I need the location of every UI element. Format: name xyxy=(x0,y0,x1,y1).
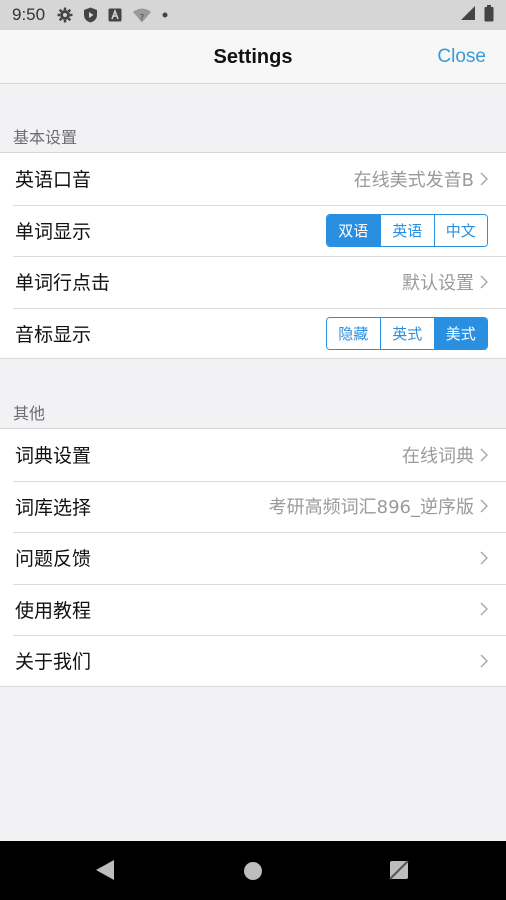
settings-group-other: 词典设置 在线词典 词库选择 考研高频词汇896_逆序版 问题反馈 使用教程 关… xyxy=(0,428,506,687)
row-value: 考研高频词汇896_逆序版 xyxy=(268,497,474,519)
chevron-right-icon xyxy=(480,448,488,462)
segment-british[interactable]: 英式 xyxy=(380,317,434,349)
close-button[interactable]: Close xyxy=(437,30,486,84)
page-title: Settings xyxy=(213,46,293,68)
chevron-right-icon xyxy=(480,499,488,513)
row-value: 在线词典 xyxy=(402,445,474,467)
row-label: 关于我们 xyxy=(15,651,92,674)
svg-text:?: ? xyxy=(140,13,144,22)
segment-english[interactable]: 英语 xyxy=(380,214,434,246)
section-header-basic: 基本设置 xyxy=(13,128,78,147)
back-icon[interactable] xyxy=(95,859,115,885)
row-tutorial[interactable]: 使用教程 xyxy=(0,583,506,636)
row-about-us[interactable]: 关于我们 xyxy=(0,635,506,687)
segment-hide[interactable]: 隐藏 xyxy=(326,317,380,349)
row-word-display: 单词显示 双语 英语 中文 xyxy=(0,204,506,257)
home-icon[interactable] xyxy=(243,861,263,885)
cell-signal-icon xyxy=(460,5,476,25)
row-label: 单词行点击 xyxy=(15,272,111,295)
dot-icon xyxy=(162,12,168,18)
chevron-right-icon xyxy=(480,551,488,565)
chevron-right-icon xyxy=(480,654,488,668)
chevron-right-icon xyxy=(480,172,488,186)
segment-bilingual[interactable]: 双语 xyxy=(326,214,380,246)
chevron-right-icon xyxy=(480,275,488,289)
wifi-question-icon: ? xyxy=(132,8,152,23)
section-header-other: 其他 xyxy=(13,404,46,423)
status-bar: 9:50 ? xyxy=(0,0,506,30)
row-label: 音标显示 xyxy=(15,323,92,346)
row-label: 单词显示 xyxy=(15,220,92,243)
row-label: 英语口音 xyxy=(15,169,92,192)
row-value: 在线美式发音B xyxy=(353,169,474,191)
settings-gear-icon xyxy=(57,7,73,23)
row-label: 问题反馈 xyxy=(15,548,92,571)
system-navigation-bar xyxy=(0,841,506,900)
row-phonetic-display: 音标显示 隐藏 英式 美式 xyxy=(0,307,506,360)
segment-american[interactable]: 美式 xyxy=(433,317,487,349)
settings-group-basic: 英语口音 在线美式发音B 单词显示 双语 英语 中文 单词行点击 默认设置 音标… xyxy=(0,152,506,359)
navigation-bar: Settings Close xyxy=(0,30,506,84)
row-feedback[interactable]: 问题反馈 xyxy=(0,532,506,584)
row-accent[interactable]: 英语口音 在线美式发音B xyxy=(0,153,506,205)
chevron-right-icon xyxy=(480,602,488,616)
row-label: 使用教程 xyxy=(15,599,92,622)
word-display-segmented-control: 双语 英语 中文 xyxy=(325,213,488,247)
a-box-icon xyxy=(108,8,122,22)
phonetic-display-segmented-control: 隐藏 英式 美式 xyxy=(325,316,488,350)
shield-play-icon xyxy=(83,7,98,23)
status-time: 9:50 xyxy=(12,5,46,24)
row-word-bank[interactable]: 词库选择 考研高频词汇896_逆序版 xyxy=(0,480,506,533)
battery-icon xyxy=(484,4,494,26)
row-dictionary[interactable]: 词典设置 在线词典 xyxy=(0,429,506,481)
row-value: 默认设置 xyxy=(402,272,474,294)
recents-icon[interactable] xyxy=(389,860,409,884)
segment-chinese[interactable]: 中文 xyxy=(433,214,487,246)
row-label: 词典设置 xyxy=(15,445,92,468)
row-label: 词库选择 xyxy=(15,496,92,519)
row-word-click[interactable]: 单词行点击 默认设置 xyxy=(0,256,506,308)
